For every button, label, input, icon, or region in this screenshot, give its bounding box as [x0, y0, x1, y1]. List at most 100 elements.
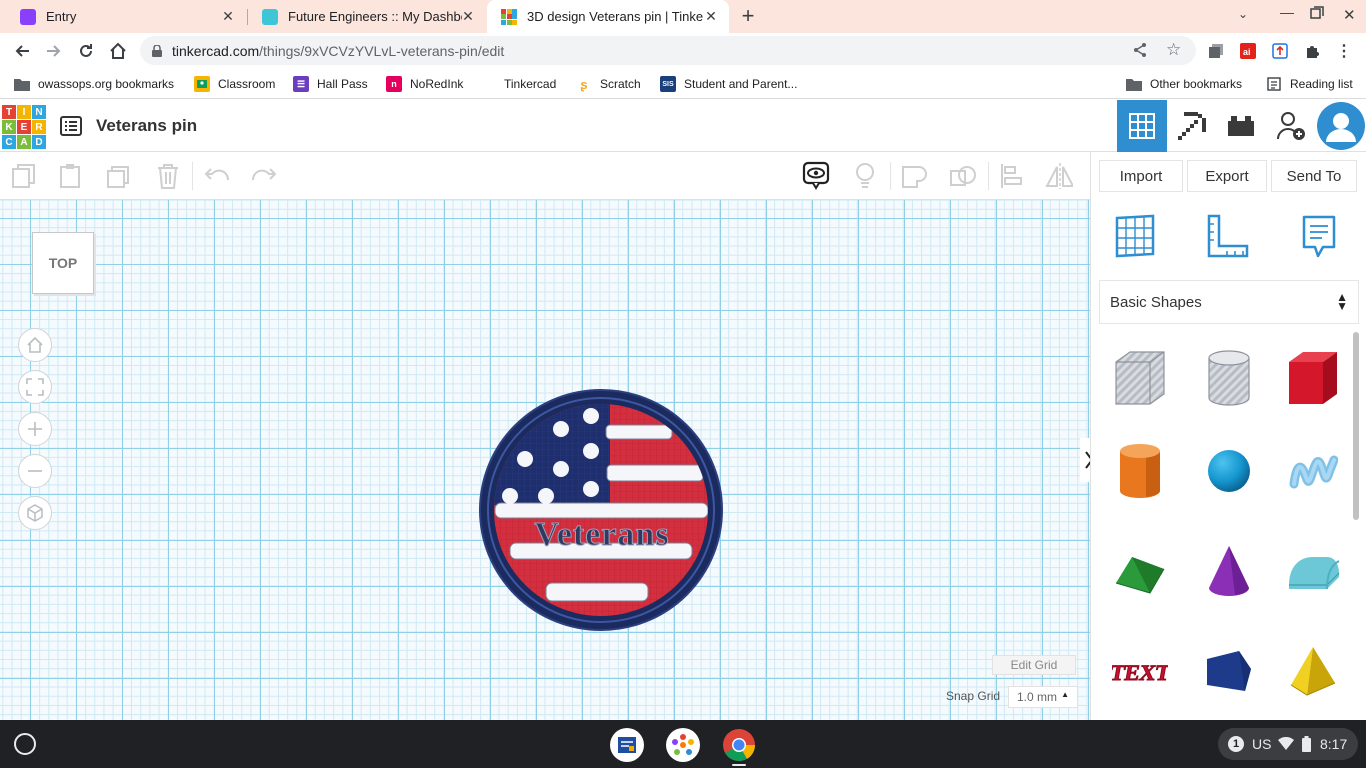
align-button[interactable] — [998, 162, 1026, 190]
zoom-in-button[interactable] — [18, 412, 52, 446]
undo-button[interactable] — [203, 162, 231, 190]
shape-cylinder-hole[interactable] — [1197, 346, 1261, 410]
trash-icon — [158, 164, 178, 189]
extension-red-icon[interactable]: ai — [1236, 39, 1260, 63]
select-arrows-icon: ▲ ▼ — [1336, 290, 1348, 313]
shape-pyramid[interactable] — [1281, 640, 1345, 704]
folder-icon — [14, 76, 30, 92]
veterans-pin-model[interactable]: Veterans — [470, 383, 740, 643]
cylinder-hole-icon — [1208, 350, 1250, 406]
bookmarks-bar: owassops.org bookmarks Classroom ☰ Hall … — [0, 69, 1366, 99]
perspective-button[interactable] — [18, 496, 52, 530]
fit-view-button[interactable] — [18, 370, 52, 404]
bookmark-hall-pass[interactable]: ☰ Hall Pass — [293, 75, 368, 93]
bookmark-owassops[interactable]: owassops.org bookmarks — [14, 75, 174, 93]
shape-roof[interactable] — [1108, 540, 1172, 604]
window-close-icon[interactable]: ✕ — [1343, 6, 1359, 24]
tab-future-engineers[interactable]: Future Engineers :: My Dashboard ✕ — [248, 0, 486, 33]
shape-text[interactable]: TEXT — [1108, 640, 1172, 704]
add-user-button[interactable] — [1266, 100, 1316, 152]
address-bar[interactable]: tinkercad.com/things/9xVCVzYVLvL-veteran… — [140, 36, 1196, 65]
bookmark-scratch[interactable]: ʂ Scratch — [576, 75, 640, 93]
chrome-browser-icon[interactable] — [722, 728, 756, 762]
shape-scribble[interactable] — [1281, 439, 1345, 503]
design-title[interactable]: Veterans pin — [96, 116, 197, 136]
shape-cone[interactable] — [1197, 540, 1261, 604]
import-button[interactable]: Import — [1099, 160, 1183, 192]
avatar[interactable] — [1316, 100, 1366, 152]
launcher-circle-icon[interactable] — [14, 733, 36, 755]
tab-search-chevron-icon[interactable]: ⌄ — [1238, 7, 1256, 25]
shape-round-roof[interactable] — [1281, 540, 1345, 604]
system-tray[interactable]: 1 US 8:17 — [1218, 728, 1358, 760]
lightbulb-button[interactable] — [851, 162, 879, 190]
shape-box[interactable] — [1281, 346, 1345, 410]
shapes-category-select[interactable]: Basic Shapes ▲ ▼ — [1099, 280, 1359, 324]
design-menu-list-icon[interactable] — [60, 116, 82, 141]
reload-icon[interactable] — [74, 39, 98, 63]
back-arrow-icon[interactable] — [10, 39, 34, 63]
duplicate-button[interactable] — [105, 162, 133, 190]
extensions-puzzle-icon[interactable] — [1300, 39, 1324, 63]
home-view-button[interactable] — [18, 328, 52, 362]
panel-scrollbar[interactable] — [1353, 332, 1359, 520]
ungroup-button[interactable] — [949, 162, 977, 190]
reading-list[interactable]: Reading list — [1266, 75, 1353, 93]
paste-button[interactable] — [57, 162, 85, 190]
tinkercad-logo[interactable]: T I N K E R C A D — [2, 105, 46, 149]
logo-letter: E — [17, 120, 31, 134]
notes-tool-button[interactable] — [1301, 214, 1337, 265]
export-button[interactable]: Export — [1187, 160, 1267, 192]
home-icon[interactable] — [106, 39, 130, 63]
notes-visibility-button[interactable] — [802, 161, 830, 190]
send-to-button[interactable]: Send To — [1271, 160, 1357, 192]
mirror-button[interactable] — [1045, 162, 1073, 190]
extension-cards-icon[interactable] — [1204, 39, 1228, 63]
round-roof-icon — [1289, 557, 1340, 590]
tab-entry[interactable]: Entry ✕ — [6, 0, 246, 33]
forward-arrow-icon[interactable] — [42, 39, 66, 63]
bookmark-other[interactable]: Other bookmarks — [1126, 75, 1242, 93]
chrome-menu-icon[interactable]: ⋮ — [1332, 39, 1356, 63]
close-icon[interactable]: ✕ — [220, 8, 236, 25]
community-app-icon[interactable] — [666, 728, 700, 762]
tab-tinkercad-design[interactable]: 3D design Veterans pin | Tinkercad ✕ — [487, 0, 729, 33]
scribble-icon — [1289, 455, 1338, 489]
share-icon[interactable] — [1132, 42, 1148, 61]
shape-box-hole[interactable] — [1108, 346, 1172, 410]
bookmark-tinkercad[interactable]: Tinkercad — [480, 75, 556, 93]
bookmark-noredink[interactable]: n NoRedInk — [386, 75, 463, 93]
bookmark-label: NoRedInk — [410, 77, 464, 91]
ruler-tool-button[interactable] — [1205, 214, 1249, 265]
group-button[interactable] — [900, 162, 928, 190]
redo-button[interactable] — [250, 162, 278, 190]
bookmark-star-icon[interactable]: ☆ — [1166, 40, 1181, 60]
bookmark-classroom[interactable]: Classroom — [194, 75, 275, 93]
new-tab-plus-icon[interactable]: + — [737, 5, 759, 27]
close-icon[interactable]: ✕ — [703, 8, 719, 25]
shape-cylinder[interactable] — [1108, 439, 1172, 503]
workplane-tool-button[interactable] — [1113, 212, 1157, 263]
zoom-out-button[interactable] — [18, 454, 52, 488]
toolbar-divider — [192, 162, 193, 190]
school-app-icon[interactable] — [610, 728, 644, 762]
lego-bricks-button[interactable] — [1216, 100, 1266, 152]
bookmark-label: Tinkercad — [504, 77, 557, 91]
workplane[interactable]: TOP Veterans Edit Grid Snap Grid 1.0 mm … — [0, 200, 1090, 720]
edit-grid-button[interactable]: Edit Grid — [992, 655, 1076, 675]
close-icon[interactable]: ✕ — [460, 8, 476, 25]
minecraft-pickaxe-button[interactable] — [1167, 100, 1217, 152]
delete-button[interactable] — [154, 162, 182, 190]
shape-polygon[interactable] — [1197, 640, 1261, 704]
copy-button[interactable] — [10, 162, 38, 190]
3d-design-view-button[interactable] — [1117, 100, 1167, 152]
shape-sphere[interactable] — [1197, 439, 1261, 503]
bookmark-student-parent[interactable]: SIS Student and Parent... — [660, 75, 797, 93]
restore-icon[interactable] — [1310, 6, 1326, 20]
minimize-icon[interactable]: — — [1280, 4, 1294, 20]
shapes-category-label: Basic Shapes — [1110, 293, 1202, 311]
extension-upload-icon[interactable] — [1268, 39, 1292, 63]
lock-icon[interactable] — [152, 44, 162, 60]
view-cube[interactable]: TOP — [32, 232, 94, 294]
snap-grid-select[interactable]: 1.0 mm ▲ — [1008, 686, 1078, 708]
